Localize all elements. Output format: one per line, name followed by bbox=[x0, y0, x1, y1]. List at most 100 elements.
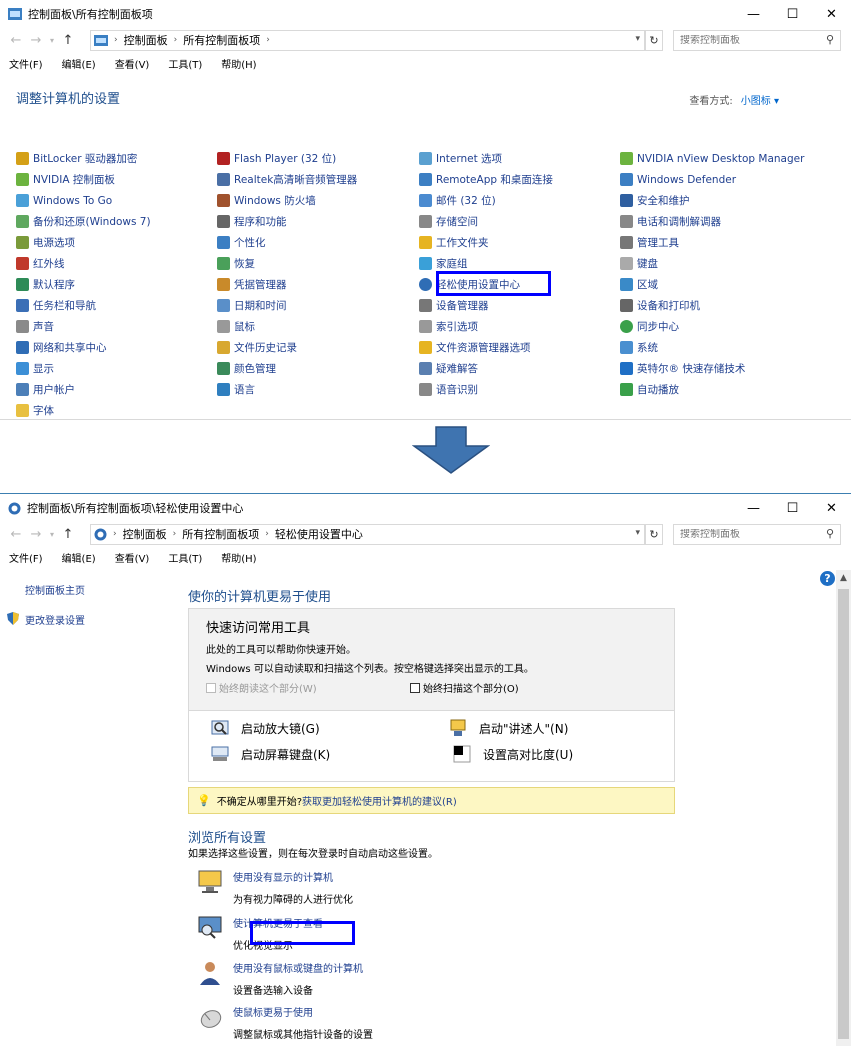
list-item[interactable]: 用户帐户 bbox=[16, 379, 151, 400]
list-item[interactable]: 系统 bbox=[620, 337, 804, 358]
chevron-right-icon[interactable]: › bbox=[173, 529, 177, 539]
list-item[interactable]: 邮件 (32 位) bbox=[419, 190, 553, 211]
breadcrumb-all-items[interactable]: 所有控制面板项 bbox=[182, 526, 259, 542]
refresh-button[interactable]: ↻ bbox=[645, 29, 663, 51]
list-item[interactable]: 显示 bbox=[16, 358, 151, 379]
checkbox-box[interactable] bbox=[410, 682, 420, 693]
menu-edit[interactable]: 编辑(E) bbox=[62, 56, 96, 71]
list-item[interactable]: 设备和打印机 bbox=[620, 295, 804, 316]
list-item[interactable]: 语音识别 bbox=[419, 379, 553, 400]
menu-view[interactable]: 查看(V) bbox=[115, 56, 150, 71]
list-item[interactable]: 电源选项 bbox=[16, 232, 151, 253]
chevron-right-icon[interactable]: › bbox=[266, 35, 270, 45]
list-item[interactable]: 默认程序 bbox=[16, 274, 151, 295]
always-read-checkbox[interactable]: 始终朗读这个部分(W) bbox=[206, 680, 317, 695]
list-item[interactable]: 网络和共享中心 bbox=[16, 337, 151, 358]
up-arrow-icon[interactable]: ↑ bbox=[58, 527, 78, 542]
list-item[interactable]: 凭据管理器 bbox=[217, 274, 357, 295]
chevron-right-icon[interactable]: › bbox=[265, 529, 269, 539]
breadcrumb-ease-of-access[interactable]: 轻松使用设置中心 bbox=[275, 526, 363, 542]
list-item[interactable]: 个性化 bbox=[217, 232, 357, 253]
back-arrow-icon[interactable]: ← bbox=[6, 527, 26, 542]
list-item[interactable]: 声音 bbox=[16, 316, 151, 337]
maximize-button[interactable]: ☐ bbox=[773, 0, 812, 28]
set-high-contrast-button[interactable]: 设置高对比度(U) bbox=[453, 745, 573, 763]
list-item[interactable]: 程序和功能 bbox=[217, 211, 357, 232]
search-box[interactable]: ⚲ bbox=[673, 29, 841, 51]
title-bar[interactable]: 控制面板\所有控制面板项\轻松使用设置中心 — ☐ ✕ bbox=[0, 494, 851, 522]
recent-locations-chevron-icon[interactable]: ▾ bbox=[46, 36, 58, 45]
list-item[interactable]: 文件历史记录 bbox=[217, 337, 357, 358]
list-item[interactable]: 区域 bbox=[620, 274, 804, 295]
minimize-button[interactable]: — bbox=[734, 494, 773, 522]
start-narrator-button[interactable]: 启动"讲述人"(N) bbox=[449, 719, 568, 737]
setting-without-display[interactable]: 使用没有显示的计算机 为有视力障碍的人进行优化 bbox=[197, 869, 353, 906]
address-bar[interactable]: › 控制面板 › 所有控制面板项 › ▾ bbox=[90, 29, 645, 51]
list-item[interactable]: 红外线 bbox=[16, 253, 151, 274]
setting-mouse-easier[interactable]: 使鼠标更易于使用 调整鼠标或其他指针设备的设置 bbox=[197, 1004, 373, 1041]
menu-help[interactable]: 帮助(H) bbox=[221, 56, 256, 71]
list-item[interactable]: 存储空间 bbox=[419, 211, 553, 232]
list-item[interactable]: BitLocker 驱动器加密 bbox=[16, 148, 151, 169]
menu-file[interactable]: 文件(F) bbox=[9, 550, 43, 565]
sidebar-link-change-login-settings[interactable]: 更改登录设置 bbox=[25, 612, 85, 627]
list-item[interactable]: 恢复 bbox=[217, 253, 357, 274]
list-item[interactable]: 日期和时间 bbox=[217, 295, 357, 316]
list-item[interactable]: NVIDIA 控制面板 bbox=[16, 169, 151, 190]
list-item[interactable]: Internet 选项 bbox=[419, 148, 553, 169]
list-item[interactable]: 同步中心 bbox=[620, 316, 804, 337]
list-item[interactable]: 管理工具 bbox=[620, 232, 804, 253]
list-item[interactable]: 任务栏和导航 bbox=[16, 295, 151, 316]
list-item[interactable]: Flash Player (32 位) bbox=[217, 148, 357, 169]
list-item[interactable]: 安全和维护 bbox=[620, 190, 804, 211]
setting-link[interactable]: 使用没有显示的计算机 bbox=[233, 869, 353, 884]
title-bar[interactable]: 控制面板\所有控制面板项 — ☐ ✕ bbox=[0, 0, 851, 28]
list-item[interactable]: NVIDIA nView Desktop Manager bbox=[620, 148, 804, 169]
search-icon[interactable]: ⚲ bbox=[826, 527, 834, 540]
setting-link[interactable]: 使用没有鼠标或键盘的计算机 bbox=[233, 960, 363, 975]
chevron-right-icon[interactable]: › bbox=[174, 35, 178, 45]
list-item[interactable]: 备份和还原(Windows 7) bbox=[16, 211, 151, 232]
scroll-up-chevron-icon[interactable]: ▲ bbox=[836, 570, 851, 585]
menu-edit[interactable]: 编辑(E) bbox=[62, 550, 96, 565]
list-item[interactable]: Windows 防火墙 bbox=[217, 190, 357, 211]
search-input[interactable] bbox=[680, 528, 820, 540]
close-button[interactable]: ✕ bbox=[812, 494, 851, 522]
sidebar-link-control-panel-home[interactable]: 控制面板主页 bbox=[25, 582, 85, 597]
chevron-down-icon[interactable]: ▾ bbox=[635, 34, 640, 44]
list-item[interactable]: RemoteApp 和桌面连接 bbox=[419, 169, 553, 190]
menu-view[interactable]: 查看(V) bbox=[115, 550, 150, 565]
list-item[interactable]: 设备管理器 bbox=[419, 295, 553, 316]
address-bar[interactable]: › 控制面板 › 所有控制面板项 › 轻松使用设置中心 ▾ bbox=[90, 523, 645, 545]
list-item[interactable]: 自动播放 bbox=[620, 379, 804, 400]
list-item[interactable]: 字体 bbox=[16, 400, 151, 419]
list-item[interactable]: 索引选项 bbox=[419, 316, 553, 337]
list-item[interactable]: 语言 bbox=[217, 379, 357, 400]
list-item[interactable]: Realtek高清晰音频管理器 bbox=[217, 169, 357, 190]
checkbox-box[interactable] bbox=[206, 682, 216, 693]
menu-file[interactable]: 文件(F) bbox=[9, 56, 43, 71]
refresh-button[interactable]: ↻ bbox=[645, 523, 663, 545]
help-icon[interactable]: ? bbox=[820, 571, 835, 586]
scrollbar-thumb[interactable] bbox=[838, 589, 849, 1039]
list-item[interactable]: 颜色管理 bbox=[217, 358, 357, 379]
view-by-dropdown[interactable]: 小图标 ▾ bbox=[741, 96, 779, 107]
forward-arrow-icon[interactable]: → bbox=[26, 33, 46, 48]
forward-arrow-icon[interactable]: → bbox=[26, 527, 46, 542]
search-box[interactable]: ⚲ bbox=[673, 523, 841, 545]
breadcrumb-control-panel[interactable]: 控制面板 bbox=[123, 526, 167, 542]
menu-help[interactable]: 帮助(H) bbox=[221, 550, 256, 565]
list-item[interactable]: 电话和调制解调器 bbox=[620, 211, 804, 232]
up-arrow-icon[interactable]: ↑ bbox=[58, 33, 78, 48]
recent-locations-chevron-icon[interactable]: ▾ bbox=[46, 530, 58, 539]
back-arrow-icon[interactable]: ← bbox=[6, 33, 26, 48]
setting-link[interactable]: 使鼠标更易于使用 bbox=[233, 1004, 373, 1019]
always-scan-checkbox[interactable]: 始终扫描这个部分(O) bbox=[410, 680, 519, 695]
chevron-down-icon[interactable]: ▾ bbox=[635, 528, 640, 538]
start-on-screen-keyboard-button[interactable]: 启动屏幕键盘(K) bbox=[211, 745, 330, 763]
breadcrumb-all-items[interactable]: 所有控制面板项 bbox=[183, 32, 260, 48]
list-item[interactable]: Windows Defender bbox=[620, 169, 804, 190]
get-recommendations-link[interactable]: 获取更加轻松使用计算机的建议(R) bbox=[302, 793, 457, 808]
menu-tools[interactable]: 工具(T) bbox=[168, 550, 202, 565]
setting-without-mouse-keyboard[interactable]: 使用没有鼠标或键盘的计算机 设置备选输入设备 bbox=[197, 960, 363, 997]
